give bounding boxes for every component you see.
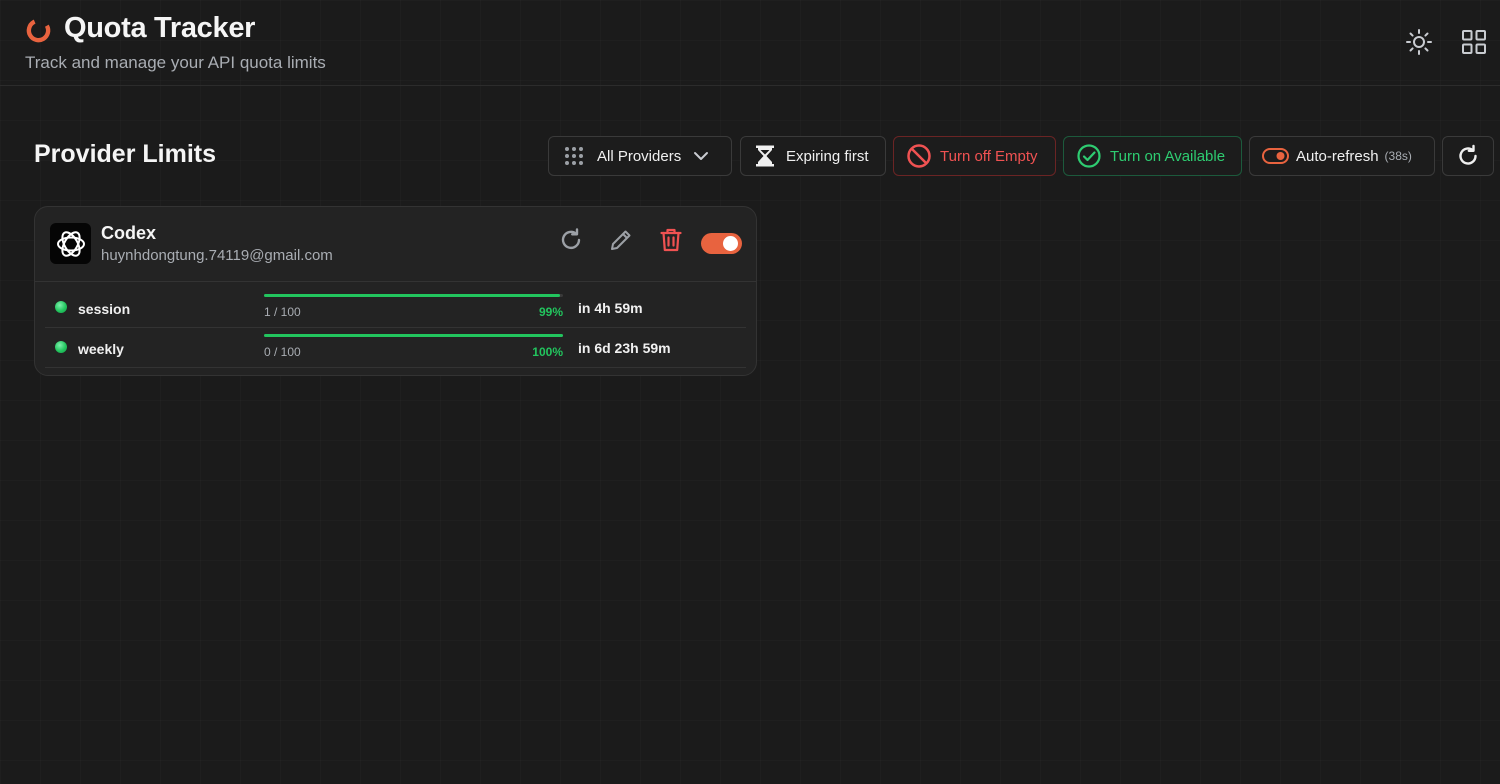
sun-icon[interactable] xyxy=(1405,28,1433,56)
app-header: Quota Tracker Track and manage your API … xyxy=(0,0,1500,86)
ban-icon xyxy=(907,144,931,168)
quota-progress-bar xyxy=(264,334,563,337)
refresh-icon[interactable] xyxy=(558,227,584,253)
grid-layout-icon[interactable] xyxy=(1460,28,1488,56)
toggle-knob xyxy=(723,236,738,251)
pencil-icon[interactable] xyxy=(608,227,634,253)
providers-filter-label: All Providers xyxy=(597,147,682,165)
refresh-all-button[interactable] xyxy=(1442,136,1494,176)
limit-row-session: session 1 / 100 99% in 4h 59m xyxy=(45,288,746,328)
app-subtitle: Track and manage your API quota limits xyxy=(25,53,326,72)
limit-row-weekly: weekly 0 / 100 100% in 6d 23h 59m xyxy=(45,328,746,368)
trash-icon[interactable] xyxy=(658,227,684,253)
turn-off-empty-button[interactable]: Turn off Empty xyxy=(893,136,1056,176)
provider-card: Codex huynhdongtung.74119@gmail.com sess… xyxy=(34,206,757,376)
chevron-down-icon xyxy=(694,152,709,160)
logo-icon xyxy=(26,18,51,43)
turn-off-empty-label: Turn off Empty xyxy=(940,147,1038,165)
status-dot xyxy=(55,341,67,353)
auto-refresh-countdown: (38s) xyxy=(1384,149,1412,163)
auto-refresh-toggle[interactable]: Auto-refresh (38s) xyxy=(1249,136,1435,176)
quota-progress-fill xyxy=(264,294,560,297)
hourglass-icon xyxy=(756,145,774,167)
section-title: Provider Limits xyxy=(34,140,216,168)
provider-enabled-toggle[interactable] xyxy=(701,233,742,254)
dots-grid-icon xyxy=(565,147,583,165)
quota-progress-bar xyxy=(264,294,563,297)
reset-time: in 6d 23h 59m xyxy=(578,340,671,356)
quota-usage: 1 / 100 xyxy=(264,305,301,319)
sort-expiring-label: Expiring first xyxy=(786,147,869,165)
status-dot xyxy=(55,301,67,313)
turn-on-available-button[interactable]: Turn on Available xyxy=(1063,136,1242,176)
reset-time: in 4h 59m xyxy=(578,300,643,316)
provider-email: huynhdongtung.74119@gmail.com xyxy=(101,247,333,264)
refresh-icon xyxy=(1459,144,1477,165)
turn-on-available-label: Turn on Available xyxy=(1110,147,1226,165)
providers-filter-dropdown[interactable]: All Providers xyxy=(548,136,732,176)
quota-progress-fill xyxy=(264,334,563,337)
quota-percent: 99% xyxy=(538,305,563,319)
provider-name: Codex xyxy=(101,223,157,243)
check-circle-icon xyxy=(1077,144,1101,168)
openai-logo-icon xyxy=(50,223,91,264)
limit-label: session xyxy=(78,301,131,317)
provider-card-header: Codex huynhdongtung.74119@gmail.com xyxy=(35,207,756,282)
app-title: Quota Tracker xyxy=(64,12,256,44)
auto-refresh-label: Auto-refresh xyxy=(1296,147,1379,165)
sort-expiring-button[interactable]: Expiring first xyxy=(740,136,886,176)
quota-percent: 100% xyxy=(532,345,563,359)
toggle-on-icon xyxy=(1262,148,1289,164)
limit-label: weekly xyxy=(78,341,124,357)
quota-usage: 0 / 100 xyxy=(264,345,301,359)
